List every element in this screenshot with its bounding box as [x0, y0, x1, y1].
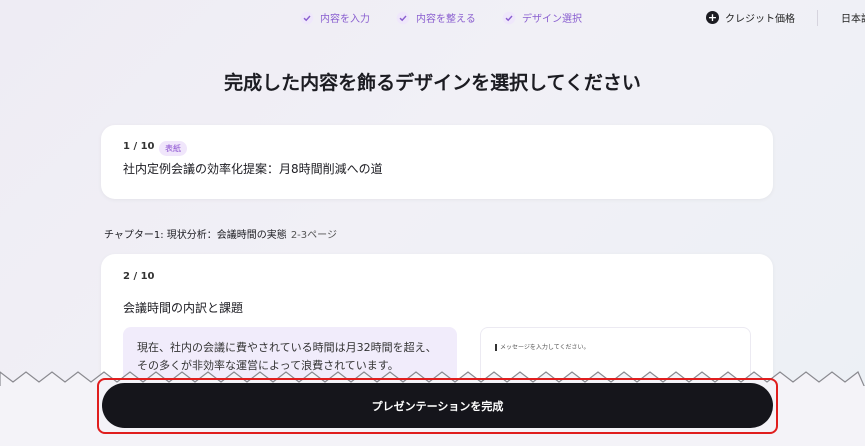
slide-title: 会議時間の内訳と課題 — [123, 301, 244, 315]
complete-presentation-button[interactable]: プレゼンテーションを完成 — [102, 383, 773, 428]
cover-badge: 表紙 — [159, 141, 187, 156]
slide-card-1[interactable]: 1 / 10 表紙 社内定例会議の効率化提案：月8時間削減への道 — [101, 125, 773, 199]
slide-number: 2 / 10 — [123, 271, 155, 282]
check-icon — [396, 11, 410, 24]
step-input-content[interactable]: 内容を入力 — [300, 10, 370, 25]
chapter-label: チャプター1: 現状分析：会議時間の実態 — [104, 230, 287, 241]
header-divider — [817, 10, 818, 26]
step-design-select[interactable]: デザイン選択 — [502, 10, 582, 25]
plus-circle-icon: + — [706, 11, 719, 24]
credit-label: クレジット価格 — [725, 14, 795, 25]
content-line: 現在、社内の会議に費やされている時間は月32時間を超え、 — [137, 341, 437, 354]
slide-title: 社内定例会議の効率化提案：月8時間削減への道 — [123, 162, 383, 176]
step-label: 内容を入力 — [320, 14, 370, 25]
step-label: 内容を整える — [416, 14, 476, 25]
page-title: 完成した内容を飾るデザインを選択してください — [224, 72, 641, 94]
language-selector[interactable]: 日本語 — [841, 10, 865, 25]
step-label: デザイン選択 — [522, 14, 582, 25]
step-refine-content[interactable]: 内容を整える — [396, 10, 476, 25]
text-cursor-icon — [495, 344, 497, 351]
chapter-pages: 2-3ページ — [290, 230, 337, 241]
credit-price-link[interactable]: + クレジット価格 — [706, 10, 795, 25]
message-placeholder: メッセージを入力してください。 — [500, 344, 590, 351]
top-bar: 内容を入力 内容を整える デザイン選択 + クレジット価格 日本語 — [0, 0, 865, 38]
check-icon — [300, 11, 314, 24]
chapter-heading: チャプター1: 現状分析：会議時間の実態 2-3ページ — [104, 226, 337, 241]
check-icon — [502, 11, 516, 24]
slide-number: 1 / 10 — [123, 141, 155, 152]
